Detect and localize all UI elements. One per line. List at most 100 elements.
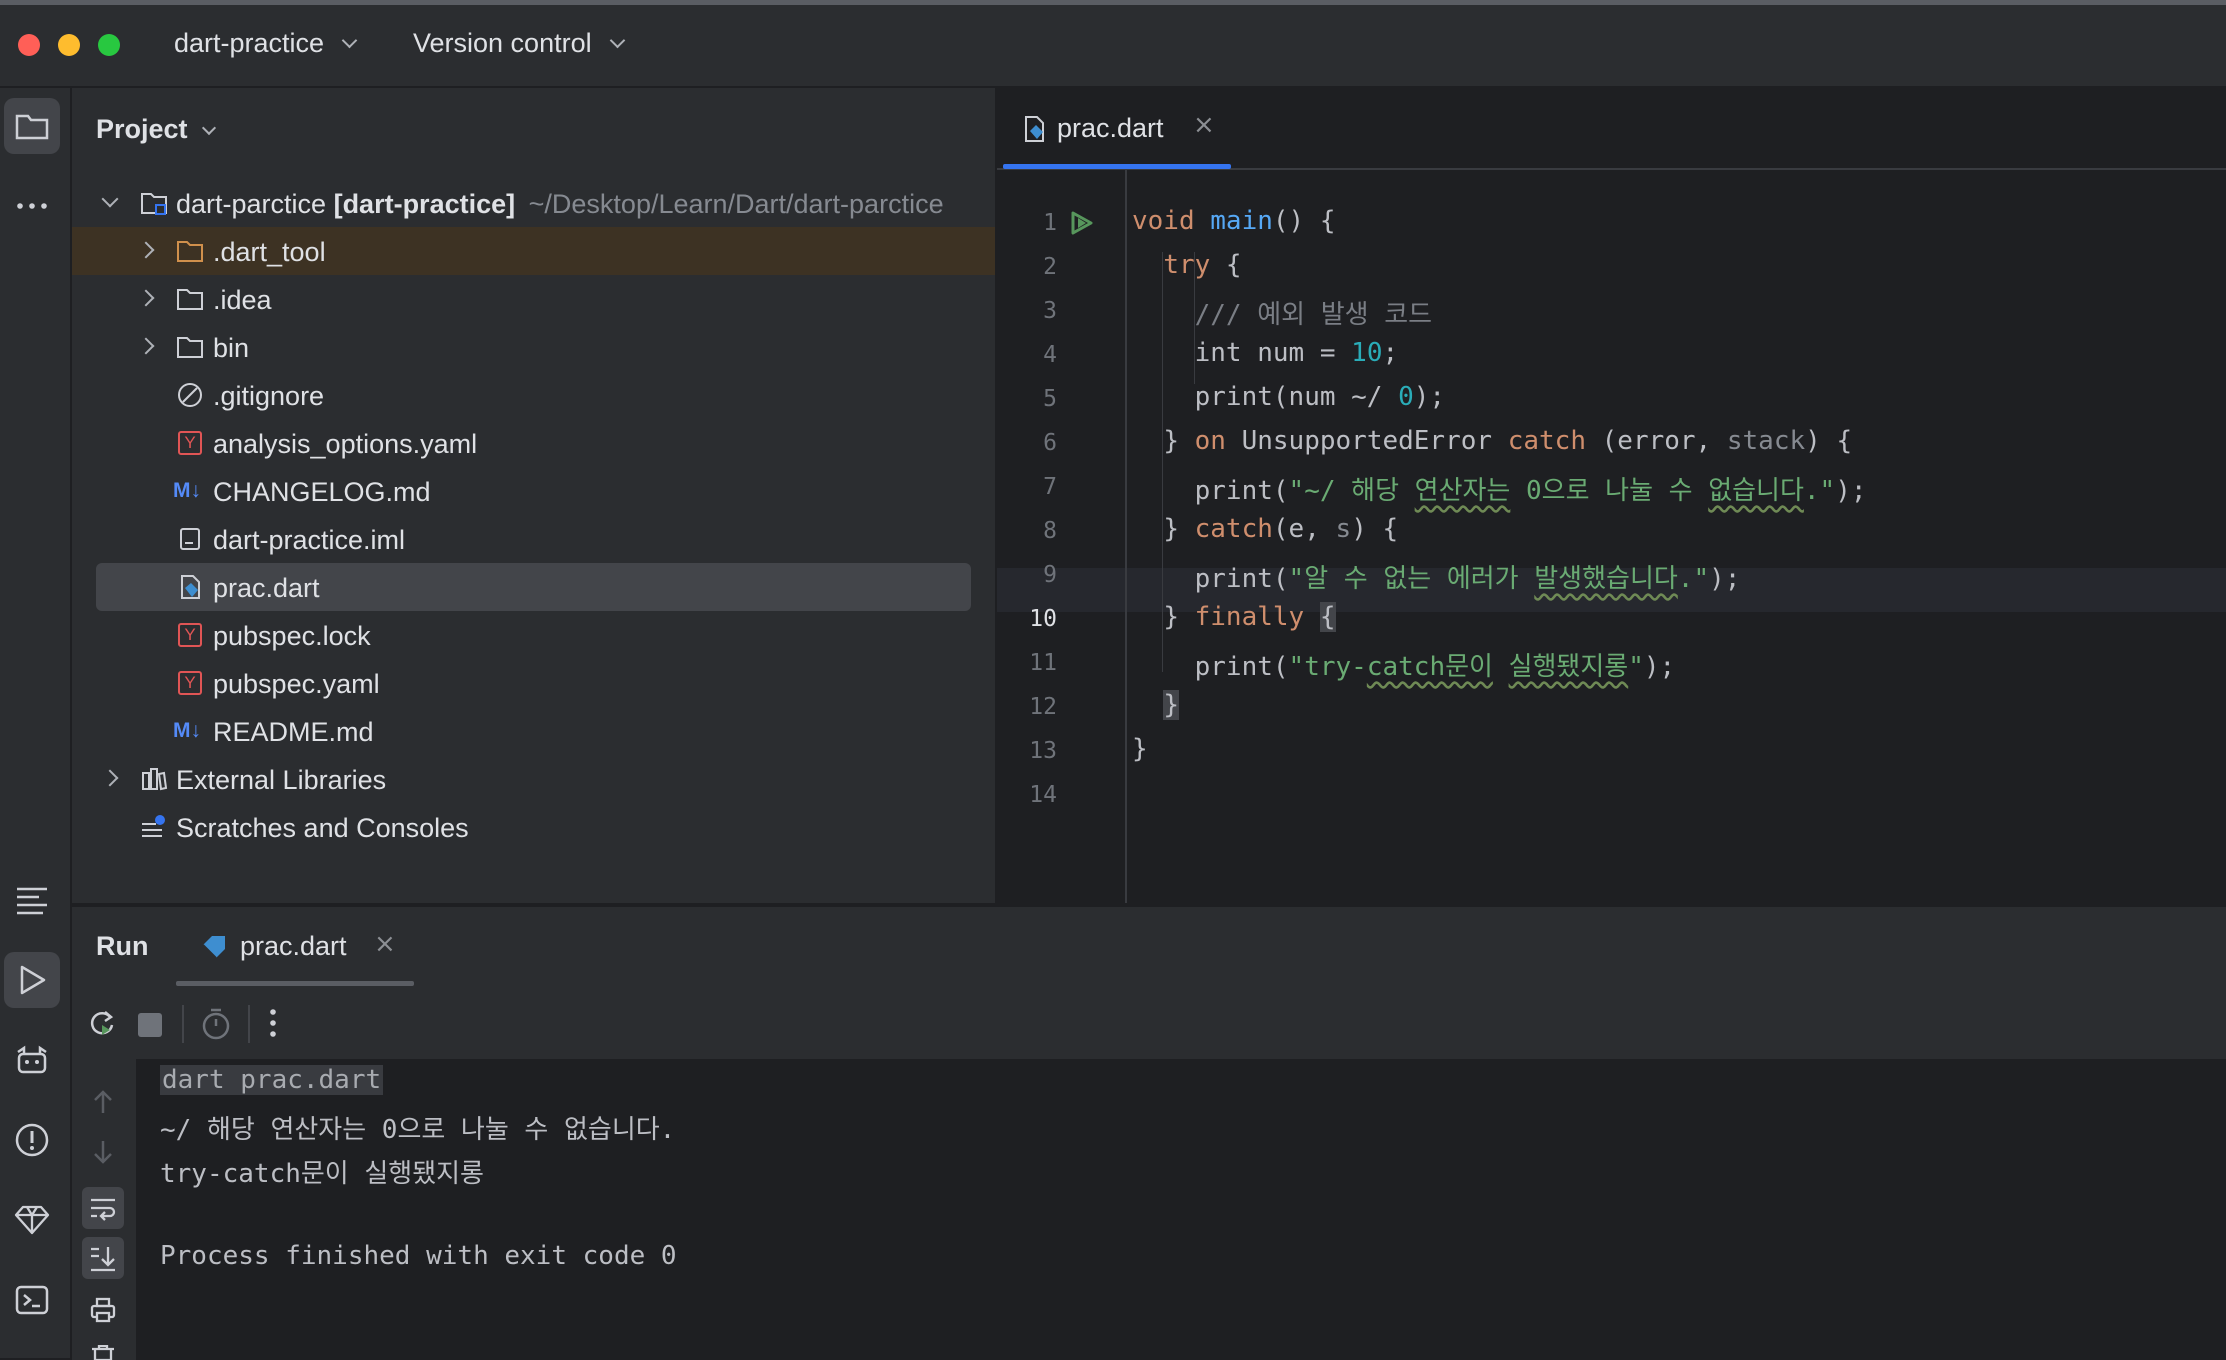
tree-item-pubspec-lock[interactable]: Y pubspec.lock — [72, 611, 995, 659]
more-vertical-icon[interactable] — [268, 1007, 278, 1039]
code-line[interactable]: print("try-catch문이 실행됐지롱"); — [1132, 646, 1676, 683]
console-side-toolbar — [72, 1059, 136, 1360]
rerun-icon[interactable] — [86, 1007, 118, 1039]
root-name: dart-parctice — [176, 189, 327, 219]
tree-item-scratches[interactable]: Scratches and Consoles — [72, 803, 995, 851]
tree-item-changelog[interactable]: M↓ CHANGELOG.md — [72, 467, 995, 515]
project-tool-button[interactable] — [4, 98, 60, 154]
yaml-file-icon: Y — [178, 431, 202, 455]
tree-item-prac-dart[interactable]: prac.dart — [72, 563, 995, 611]
tree-item-gitignore[interactable]: .gitignore — [72, 371, 995, 419]
toolbar-separator — [182, 1005, 184, 1043]
tree-item-bin[interactable]: bin — [72, 323, 995, 371]
folder-icon — [177, 289, 203, 310]
code-line[interactable]: } catch(e, s) { — [1132, 514, 1398, 544]
code-line[interactable]: try { — [1132, 250, 1241, 280]
run-tab-label: prac.dart — [240, 931, 347, 961]
dart-file-icon — [1025, 116, 1044, 142]
tree-item-analysis-options[interactable]: Y analysis_options.yaml — [72, 419, 995, 467]
run-panel-title: Run — [96, 931, 149, 961]
console-output[interactable]: dart prac.dart ~/ 해당 연산자는 0으로 나눌 수 없습니다.… — [136, 1059, 2226, 1360]
tree-item-label: External Libraries — [176, 765, 387, 795]
code-line[interactable]: void main() { — [1132, 206, 1336, 236]
code-line[interactable]: /// 예외 발생 코드 — [1132, 294, 1432, 331]
matched-brace: } — [1163, 690, 1179, 720]
code-line-current[interactable]: } finally { — [1132, 602, 1336, 632]
print-icon[interactable] — [88, 1295, 118, 1325]
arrow-down-icon[interactable] — [88, 1137, 118, 1167]
project-switcher[interactable]: dart-practice — [174, 28, 358, 59]
close-tab-icon[interactable]: × — [1193, 110, 1215, 140]
project-panel-title: Project — [96, 114, 188, 144]
code-line[interactable]: } — [1132, 690, 1179, 720]
scroll-to-end-button[interactable] — [82, 1237, 124, 1279]
dart-analysis-button[interactable] — [4, 1192, 60, 1248]
close-tab-icon[interactable]: × — [374, 929, 396, 959]
line-number: 13 — [1029, 738, 1057, 764]
markdown-file-icon: M↓ — [173, 479, 201, 502]
folder-icon — [15, 114, 49, 140]
tree-item-label: .idea — [213, 285, 272, 315]
tree-item-label: pubspec.lock — [213, 621, 371, 651]
diamond-icon — [14, 1205, 50, 1235]
terminal-tool-button[interactable] — [4, 1272, 60, 1328]
chevron-down-icon — [101, 190, 119, 208]
tree-item-label: prac.dart — [213, 573, 320, 603]
maximize-window-button[interactable] — [98, 34, 120, 56]
tree-item-external-libraries[interactable]: External Libraries — [72, 755, 995, 803]
project-panel-header[interactable]: Project — [96, 114, 216, 145]
line-number: 3 — [1043, 298, 1057, 324]
left-tool-strip — [0, 88, 72, 1358]
problems-tool-button[interactable] — [4, 1112, 60, 1168]
line-number: 2 — [1043, 254, 1057, 280]
scratches-icon — [142, 815, 165, 837]
timer-icon[interactable] — [200, 1007, 232, 1041]
code-line[interactable]: print(num ~/ 0); — [1132, 382, 1445, 412]
code-line[interactable]: } — [1132, 734, 1148, 764]
tree-item-pubspec-yaml[interactable]: Y pubspec.yaml — [72, 659, 995, 707]
chevron-down-icon — [201, 120, 216, 136]
run-tab-prac-dart[interactable]: prac.dart × — [176, 907, 414, 987]
tree-item-label: .dart_tool — [213, 237, 326, 267]
run-gutter-icon[interactable] — [1069, 210, 1095, 236]
run-icon — [20, 965, 46, 995]
arrow-up-icon[interactable] — [88, 1087, 118, 1117]
line-number: 6 — [1043, 430, 1057, 456]
tree-item-readme[interactable]: M↓ README.md — [72, 707, 995, 755]
yaml-file-icon: Y — [178, 623, 202, 647]
vcs-menu[interactable]: Version control — [413, 28, 625, 59]
tree-item-label: bin — [213, 333, 250, 363]
active-tab-indicator — [1003, 164, 1231, 169]
minimize-window-button[interactable] — [58, 34, 80, 56]
root-module: [dart-practice] — [333, 189, 516, 219]
console-command: dart prac.dart — [160, 1065, 384, 1095]
structure-tool-button[interactable] — [4, 872, 60, 928]
soft-wrap-button[interactable] — [82, 1187, 124, 1229]
dart-devtools-button[interactable] — [4, 1032, 60, 1088]
tree-root-item[interactable]: dart-parctice [dart-practice] ~/Desktop/… — [72, 179, 995, 227]
module-folder-icon — [141, 193, 167, 215]
editor-tab-prac-dart[interactable]: prac.dart × — [1003, 88, 1231, 170]
tree-item-label: CHANGELOG.md — [213, 477, 431, 507]
line-number: 9 — [1043, 562, 1057, 588]
code-line[interactable]: print("~/ 해당 연산자는 0으로 나눌 수 없습니다."); — [1132, 470, 1867, 507]
stop-icon[interactable] — [138, 1013, 162, 1037]
tree-item-dart-tool[interactable]: .dart_tool — [72, 227, 995, 275]
close-window-button[interactable] — [18, 34, 40, 56]
code-line[interactable]: print("알 수 없는 에러가 발생했습니다."); — [1132, 558, 1741, 595]
line-number: 12 — [1029, 694, 1057, 720]
code-line[interactable]: int num = 10; — [1132, 338, 1399, 368]
run-tool-button[interactable] — [4, 952, 60, 1008]
tree-item-idea[interactable]: .idea — [72, 275, 995, 323]
code-line[interactable]: } on UnsupportedError catch (error, stac… — [1132, 426, 1852, 456]
tree-item-label: analysis_options.yaml — [213, 429, 478, 459]
ignore-file-icon — [178, 383, 202, 407]
chevron-down-icon — [609, 32, 625, 49]
project-panel: Project dart-parctice [dart-practice] ~/… — [72, 88, 995, 903]
matched-brace: { — [1319, 602, 1336, 632]
run-toolbar — [72, 987, 2226, 1059]
more-tools-button[interactable] — [4, 178, 60, 234]
tree-item-iml[interactable]: dart-practice.iml — [72, 515, 995, 563]
devtools-icon — [17, 1045, 47, 1074]
line-gutter: 1 2 3 4 5 6 7 8 9 10 11 12 13 14 — [997, 170, 1127, 903]
